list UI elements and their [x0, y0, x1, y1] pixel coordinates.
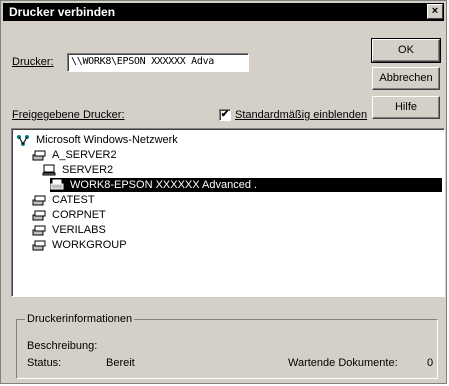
- description-label: Beschreibung:: [27, 340, 98, 352]
- tree-item-printer-selected[interactable]: WORK8-EPSON XXXXXX Advanced .: [50, 178, 442, 192]
- tree-item-domain[interactable]: CORPNET: [32, 208, 108, 222]
- expand-checkbox-label[interactable]: Standardmäßig einblenden: [235, 109, 367, 121]
- printer-info-title: Druckerinformationen: [25, 313, 135, 325]
- title-bar[interactable]: Drucker verbinden ×: [3, 3, 444, 21]
- ok-button[interactable]: OK: [371, 38, 441, 63]
- tree-item-server[interactable]: SERVER2: [42, 163, 115, 177]
- domain-icon: [32, 195, 46, 206]
- help-button[interactable]: Hilfe: [372, 96, 440, 119]
- expand-checkbox[interactable]: ✔: [219, 109, 231, 121]
- status-value: Bereit: [106, 357, 135, 369]
- tree-item-domain[interactable]: WORKGROUP: [32, 238, 129, 252]
- domain-icon: [32, 225, 46, 236]
- tree-item-domain[interactable]: CATEST: [32, 193, 97, 207]
- dialog-window: Drucker verbinden × Drucker: \\WORK8\EPS…: [0, 0, 447, 384]
- printer-path-input[interactable]: \\WORK8\EPSON XXXXXX Adva: [67, 53, 249, 72]
- network-icon: [17, 135, 29, 147]
- close-button[interactable]: ×: [427, 4, 443, 19]
- shared-printers-tree[interactable]: Microsoft Windows-Netzwerk A_SERVER2 SER…: [11, 128, 445, 297]
- tree-item-domain[interactable]: A_SERVER2: [32, 148, 119, 162]
- printer-label: Drucker:: [12, 56, 54, 68]
- queue-label: Wartende Dokumente:: [288, 357, 398, 369]
- domain-icon: [32, 240, 46, 251]
- computer-icon: [42, 164, 56, 176]
- printer-icon: [50, 179, 64, 190]
- printer-label-text: Drucker:: [12, 56, 54, 68]
- tree-item-domain[interactable]: VERILABS: [32, 223, 108, 237]
- cancel-button[interactable]: Abbrechen: [372, 67, 440, 90]
- domain-icon: [32, 210, 46, 221]
- shared-printers-label: Freigegebene Drucker:: [12, 109, 125, 121]
- dialog-title: Drucker verbinden: [9, 5, 116, 19]
- tree-item-network[interactable]: Microsoft Windows-Netzwerk: [16, 133, 180, 147]
- queue-value: 0: [427, 357, 434, 369]
- status-label: Status:: [27, 357, 62, 369]
- domain-icon: [32, 150, 46, 161]
